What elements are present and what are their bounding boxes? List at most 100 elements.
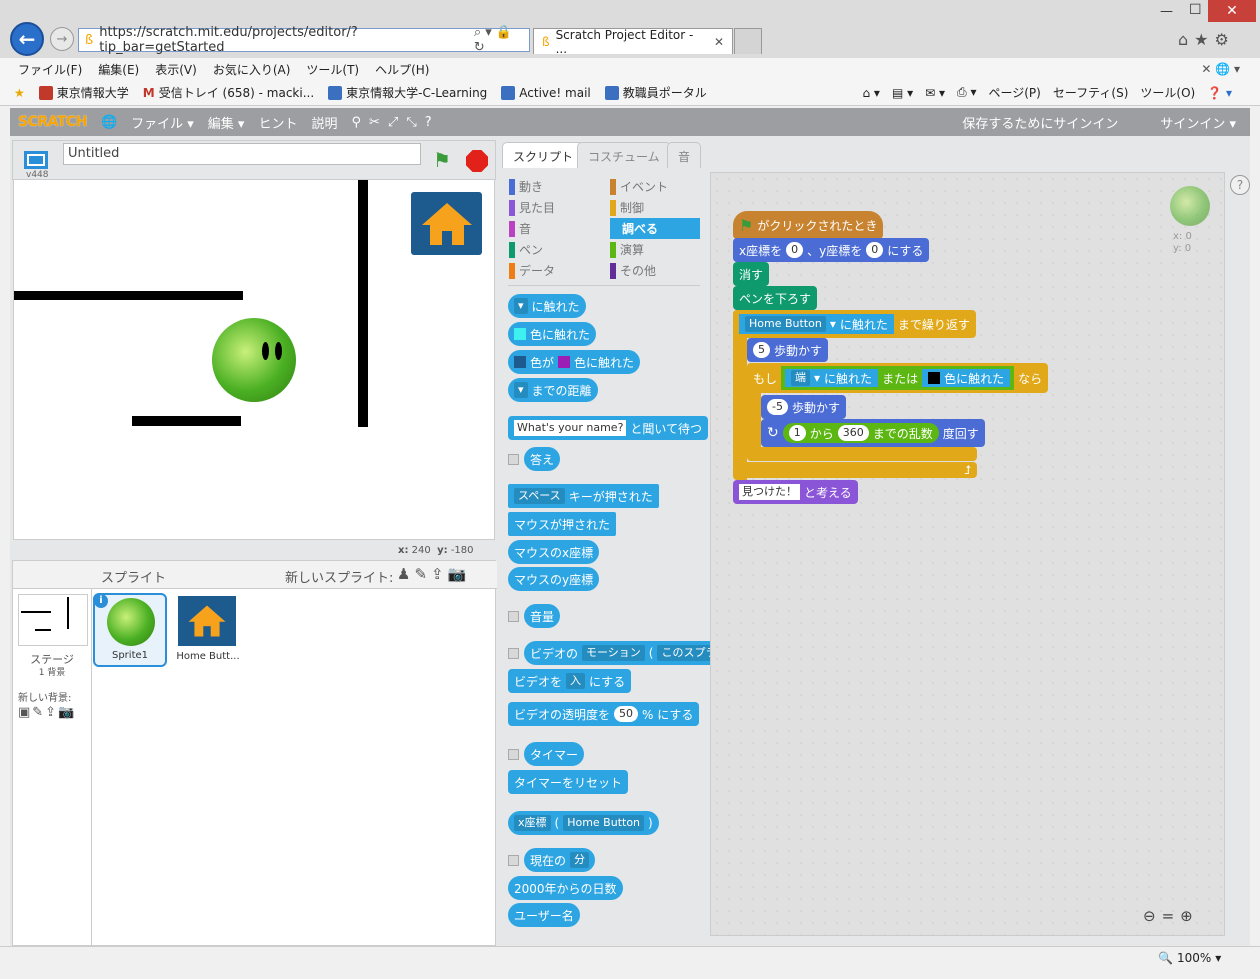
block-goto-xy[interactable]: x座標を 0 、y座標を 0 にする — [733, 238, 930, 262]
address-url[interactable]: https://scratch.mit.edu/projects/editor/… — [99, 25, 468, 55]
scratch-menu-edit[interactable]: 編集 ▾ — [208, 113, 245, 132]
minimize-icon[interactable]: — — [1160, 4, 1173, 19]
zoom-level[interactable]: 🔍 100% ▾ — [1158, 951, 1221, 965]
sprite-thumb-home[interactable]: Home Butt... — [173, 593, 243, 667]
checkbox[interactable] — [508, 648, 519, 659]
block-touching[interactable]: ▾ に触れた — [508, 294, 586, 318]
globe-icon[interactable]: 🌐 — [101, 115, 117, 130]
block-attribute-of[interactable]: x座標(Home Button) — [508, 811, 659, 835]
sprite-thumb-sprite1[interactable]: i Sprite1 — [93, 593, 167, 667]
category-motion[interactable]: 動き — [509, 176, 555, 197]
block-or[interactable]: 端 ▾ に触れた または 色に触れた — [781, 366, 1015, 390]
category-data[interactable]: データ — [509, 260, 555, 281]
block-username[interactable]: ユーザー名 — [508, 903, 580, 927]
safety-menu[interactable]: セーフティ(S) — [1053, 84, 1129, 101]
address-tools-icon[interactable]: ⌕ ▾ 🔒 ↻ — [474, 25, 529, 55]
block-if[interactable]: もし 端 ▾ に触れた または 色に触れた なら — [747, 363, 1049, 393]
category-looks[interactable]: 見た目 — [509, 197, 555, 218]
project-title-input[interactable]: Untitled — [63, 143, 421, 165]
color-swatch[interactable] — [558, 356, 571, 368]
new-tab-button[interactable] — [734, 28, 762, 54]
save-signin-link[interactable]: 保存するためにサインイン — [962, 113, 1118, 132]
block-turn[interactable]: ↻ 1 から 360 までの乱数 度回す — [761, 419, 985, 447]
block-key-pressed[interactable]: スペース キーが押された — [508, 484, 659, 508]
block-ask[interactable]: What's your name? と聞いて待つ — [508, 416, 709, 440]
block-touching-color[interactable]: 色に触れた — [922, 369, 1011, 387]
menubar-close-icon[interactable]: ✕ 🌐 ▾ — [1201, 62, 1240, 76]
scripts-area[interactable]: x: 0 y: 0 ⚑ がクリックされたとき x座標を 0 、y座標を 0 にする 消す … — [710, 172, 1225, 936]
category-control[interactable]: 制御 — [610, 197, 700, 218]
block-timer[interactable]: タイマー — [524, 742, 585, 766]
block-clear[interactable]: 消す — [733, 262, 770, 286]
block-mouse-x[interactable]: マウスのx座標 — [508, 540, 600, 564]
stage-thumbnail[interactable] — [18, 594, 88, 646]
scratch-logo[interactable]: SCRATCH — [18, 114, 87, 130]
stamp-cut-grow-shrink-help-icon[interactable]: ⚲✂⤢⤡? — [352, 115, 440, 130]
block-color-touching-color[interactable]: 色が 色に触れた — [508, 350, 641, 374]
forward-icon[interactable]: → — [50, 27, 74, 51]
block-current[interactable]: 現在の分 — [524, 848, 596, 872]
block-turn-video[interactable]: ビデオを入にする — [508, 669, 632, 693]
category-operators[interactable]: 演算 — [610, 239, 700, 260]
block-pen-down[interactable]: ペンを下ろす — [733, 286, 818, 310]
block-move[interactable]: -5 歩動かす — [761, 395, 846, 419]
block-touching-color[interactable]: 色に触れた — [508, 322, 597, 346]
browser-tab[interactable]: ß Scratch Project Editor - ... ✕ — [533, 28, 733, 56]
block-think[interactable]: 見つけた！ と考える — [733, 480, 858, 504]
block-move[interactable]: 5 歩動かす — [747, 338, 829, 362]
tools-menu[interactable]: ツール(O) — [1140, 84, 1195, 101]
green-flag-icon[interactable]: ⚑ — [433, 148, 451, 172]
block-random[interactable]: 1 から 360 までの乱数 — [782, 423, 939, 443]
zoom-controls-icon[interactable]: ⊖=⊕ — [1143, 907, 1199, 925]
checkbox[interactable] — [508, 855, 519, 866]
checkbox[interactable] — [508, 749, 519, 760]
sprite1-ball[interactable] — [212, 318, 296, 402]
category-sound[interactable]: 音 — [509, 218, 555, 239]
fav-item[interactable]: Active! mail — [501, 85, 591, 100]
help-icon[interactable]: ? — [1230, 175, 1250, 195]
tab-costumes[interactable]: コスチューム — [577, 142, 671, 170]
new-backdrop-tools-icon[interactable]: ▣✎⇪📷 — [18, 705, 76, 720]
mail-icon[interactable]: ✉ ▾ — [925, 86, 945, 100]
menu-view[interactable]: 表示(V) — [155, 61, 197, 78]
menu-edit[interactable]: 編集(E) — [98, 61, 139, 78]
fav-item[interactable]: 教職員ポータル — [604, 84, 707, 101]
color-swatch[interactable] — [928, 372, 941, 384]
block-loudness[interactable]: 音量 — [524, 604, 561, 628]
home-star-gear-icon[interactable]: ⌂★⚙ — [1178, 30, 1235, 49]
stage-canvas[interactable] — [13, 179, 495, 540]
block-video-on[interactable]: ビデオのモーション(このスプラ — [524, 641, 710, 665]
category-sensing[interactable]: 調べる — [610, 218, 700, 239]
menu-favorites[interactable]: お気に入り(A) — [213, 61, 291, 78]
block-mouse-down[interactable]: マウスが押された — [508, 512, 617, 536]
menu-help[interactable]: ヘルプ(H) — [375, 61, 429, 78]
address-bar[interactable]: ß https://scratch.mit.edu/projects/edito… — [78, 25, 530, 55]
block-when-flag-clicked[interactable]: ⚑ がクリックされたとき — [733, 211, 884, 239]
block-distance[interactable]: ▾ までの距離 — [508, 378, 598, 402]
category-events[interactable]: イベント — [610, 176, 700, 197]
close-window-icon[interactable]: ✕ — [1208, 0, 1256, 22]
page-menu[interactable]: ページ(P) — [988, 84, 1040, 101]
favorites-star-icon[interactable]: ★ — [14, 86, 25, 100]
scratch-menu-tips[interactable]: ヒント — [258, 113, 297, 132]
block-mouse-y[interactable]: マウスのy座標 — [508, 567, 600, 591]
rss-icon[interactable]: ▤ ▾ — [892, 86, 913, 100]
back-icon[interactable]: ← — [10, 22, 44, 56]
color-swatch[interactable] — [514, 328, 526, 340]
maximize-icon[interactable]: ☐ — [1189, 2, 1202, 18]
block-days-since-2000[interactable]: 2000年からの日数 — [508, 876, 623, 900]
block-touching-edge[interactable]: 端 ▾ に触れた — [785, 369, 879, 387]
checkbox[interactable] — [508, 611, 519, 622]
info-icon[interactable]: i — [94, 594, 108, 608]
color-swatch[interactable] — [514, 356, 526, 368]
signin-button[interactable]: サインイン ▾ — [1160, 113, 1236, 132]
fav-item[interactable]: 東京情報大学-C-Learning — [328, 84, 487, 101]
fav-item[interactable]: 東京情報大学 — [38, 84, 129, 101]
category-pen[interactable]: ペン — [509, 239, 555, 260]
fav-item[interactable]: M 受信トレイ (658) - macki... — [143, 84, 314, 101]
block-video-transparency[interactable]: ビデオの透明度を 50% にする — [508, 702, 700, 726]
block-touching[interactable]: Home Button ▾ に触れた — [739, 314, 894, 334]
block-repeat-until[interactable]: Home Button ▾ に触れた まで繰り返す — [733, 310, 976, 338]
tab-close-icon[interactable]: ✕ — [714, 35, 724, 49]
scratch-menu-file[interactable]: ファイル ▾ — [131, 113, 194, 132]
